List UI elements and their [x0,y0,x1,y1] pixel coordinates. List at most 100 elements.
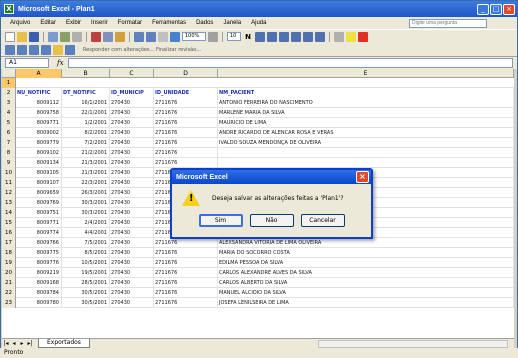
table-cell[interactable]: MARIA DO SOCORRO COSTA [218,248,514,258]
row-header[interactable]: 19 [2,258,16,268]
table-row[interactable]: 18 8009775 8/5/2001 270430 2711676 MARIA DO S… [2,248,514,258]
currency-icon[interactable] [291,31,301,42]
help-search-input[interactable]: Digite uma pergunta [409,18,487,28]
autosum-icon[interactable] [158,31,168,42]
table-cell[interactable]: 270430 [110,218,154,228]
row-header[interactable]: 9 [2,158,16,168]
table-cell[interactable]: 8009134 [16,158,62,168]
row-header[interactable]: 14 [2,208,16,218]
row-header[interactable]: 16 [2,228,16,238]
table-cell[interactable]: 8009784 [16,288,62,298]
table-cell[interactable]: 16/1/2001 [62,98,110,108]
row-header[interactable]: 11 [2,178,16,188]
table-cell[interactable]: 8009102 [16,148,62,158]
table-cell[interactable]: 30/3/2001 [62,208,110,218]
column-header-a[interactable]: A [16,69,62,78]
no-button[interactable]: Não [249,214,294,227]
table-cell[interactable]: 2711676 [154,278,218,288]
table-cell[interactable]: 2711676 [154,138,218,148]
spelling-icon[interactable] [72,31,82,42]
menu-exibir[interactable]: Exibir [61,20,86,26]
previous-comment-icon[interactable] [29,44,39,55]
header-cell[interactable]: DT_NOTIFIC [62,88,110,98]
row-header[interactable]: 8 [2,148,16,158]
table-cell[interactable]: 21/3/2001 [62,168,110,178]
header-cell[interactable]: NU_NOTIFIC [16,88,62,98]
table-cell[interactable]: CARLOS ALEXANDRE ALVES DA SILVA [218,268,514,278]
table-cell[interactable]: 8009758 [16,108,62,118]
table-header-row[interactable]: 2 NU_NOTIFIC DT_NOTIFIC ID_MUNICIP ID_UNIDAD… [2,88,514,98]
table-row[interactable]: 5 8009771 1/2/2001 270430 2711676 MAURICIO DE… [2,118,514,128]
table-cell[interactable]: 270430 [110,278,154,288]
title-bar[interactable]: X Microsoft Excel - Plan1 _ □ × [1,1,517,17]
menu-ajuda[interactable]: Ajuda [246,20,271,26]
table-cell[interactable]: MARLENE MARIA DA SILVA [218,108,514,118]
last-sheet-icon[interactable]: ▸| [26,340,34,347]
table-cell[interactable]: 22/3/2001 [62,178,110,188]
fx-icon[interactable]: fx [57,59,64,67]
table-cell[interactable]: 8009771 [16,218,62,228]
table-cell[interactable]: 8009769 [16,198,62,208]
table-cell[interactable]: 1/2/2001 [62,118,110,128]
column-header-d[interactable]: D [154,69,218,78]
table-cell[interactable]: 21/3/2001 [62,158,110,168]
table-cell[interactable]: 2711676 [154,148,218,158]
align-left-icon[interactable] [255,31,265,42]
merge-center-icon[interactable] [279,31,289,42]
table-cell[interactable]: 7/5/2001 [62,238,110,248]
table-cell[interactable]: 270430 [110,228,154,238]
table-cell[interactable]: 8009779 [16,138,62,148]
row-header[interactable]: 6 [2,128,16,138]
table-cell[interactable]: 270430 [110,188,154,198]
table-cell[interactable]: 30/5/2001 [62,298,110,308]
row-header[interactable]: 21 [2,278,16,288]
table-cell[interactable]: 270430 [110,298,154,308]
table-cell[interactable]: 2/4/2001 [62,218,110,228]
mail-icon[interactable] [65,44,75,55]
row-header[interactable]: 13 [2,198,16,208]
table-cell[interactable]: 270430 [110,158,154,168]
table-cell[interactable]: 30/3/2001 [62,198,110,208]
select-all-corner[interactable] [2,69,16,78]
table-row[interactable]: 19 8009776 10/5/2001 270430 2711676 EDILMA PE… [2,258,514,268]
table-cell[interactable]: 270430 [110,238,154,248]
table-cell[interactable]: 270430 [110,268,154,278]
row-header[interactable]: 2 [2,88,16,98]
table-cell[interactable]: 270430 [110,258,154,268]
row-header[interactable]: 15 [2,218,16,228]
table-cell[interactable]: 2711676 [154,158,218,168]
table-cell[interactable]: 2711676 [154,248,218,258]
table-cell[interactable]: 8/5/2001 [62,248,110,258]
table-cell[interactable]: 2711676 [154,288,218,298]
row-header[interactable]: 22 [2,288,16,298]
table-cell[interactable]: 8009775 [16,248,62,258]
track-changes-icon[interactable] [5,44,15,55]
table-cell[interactable]: 8009107 [16,178,62,188]
table-cell[interactable]: 30/5/2001 [62,288,110,298]
table-cell[interactable]: 8009219 [16,268,62,278]
minimize-button[interactable]: _ [477,3,489,15]
table-cell[interactable]: 270430 [110,208,154,218]
table-cell[interactable]: 8009774 [16,228,62,238]
table-cell[interactable]: 28/5/2001 [62,278,110,288]
table-row[interactable]: 23 8009780 30/5/2001 270430 2711676 JOSEFA LE… [2,298,514,308]
next-sheet-icon[interactable]: ▸ [18,340,26,347]
name-box[interactable]: A1 [5,58,49,68]
dialog-close-button[interactable]: × [356,171,369,183]
row-header[interactable]: 12 [2,188,16,198]
table-cell[interactable]: 2711676 [154,108,218,118]
table-cell[interactable]: 8009659 [16,188,62,198]
dialog-title-bar[interactable]: Microsoft Excel × [172,170,371,184]
table-cell[interactable]: 270430 [110,128,154,138]
column-header-e[interactable]: E [218,69,514,78]
cancel-button[interactable]: Cancelar [300,214,345,227]
menu-inserir[interactable]: Inserir [86,20,113,26]
table-row[interactable]: 3 8009112 16/1/2001 270430 2711676 ANTONIO FE… [2,98,514,108]
table-cell[interactable]: MAURICIO DE LIMA [218,118,514,128]
first-sheet-icon[interactable]: |◂ [2,340,10,347]
table-row[interactable]: 17 8009766 7/5/2001 270430 2711676 ALEXSANDRA… [2,238,514,248]
table-cell[interactable]: 270430 [110,148,154,158]
maximize-button[interactable]: □ [490,3,502,15]
row-header[interactable]: 23 [2,298,16,308]
bold-button[interactable]: N [243,33,253,41]
